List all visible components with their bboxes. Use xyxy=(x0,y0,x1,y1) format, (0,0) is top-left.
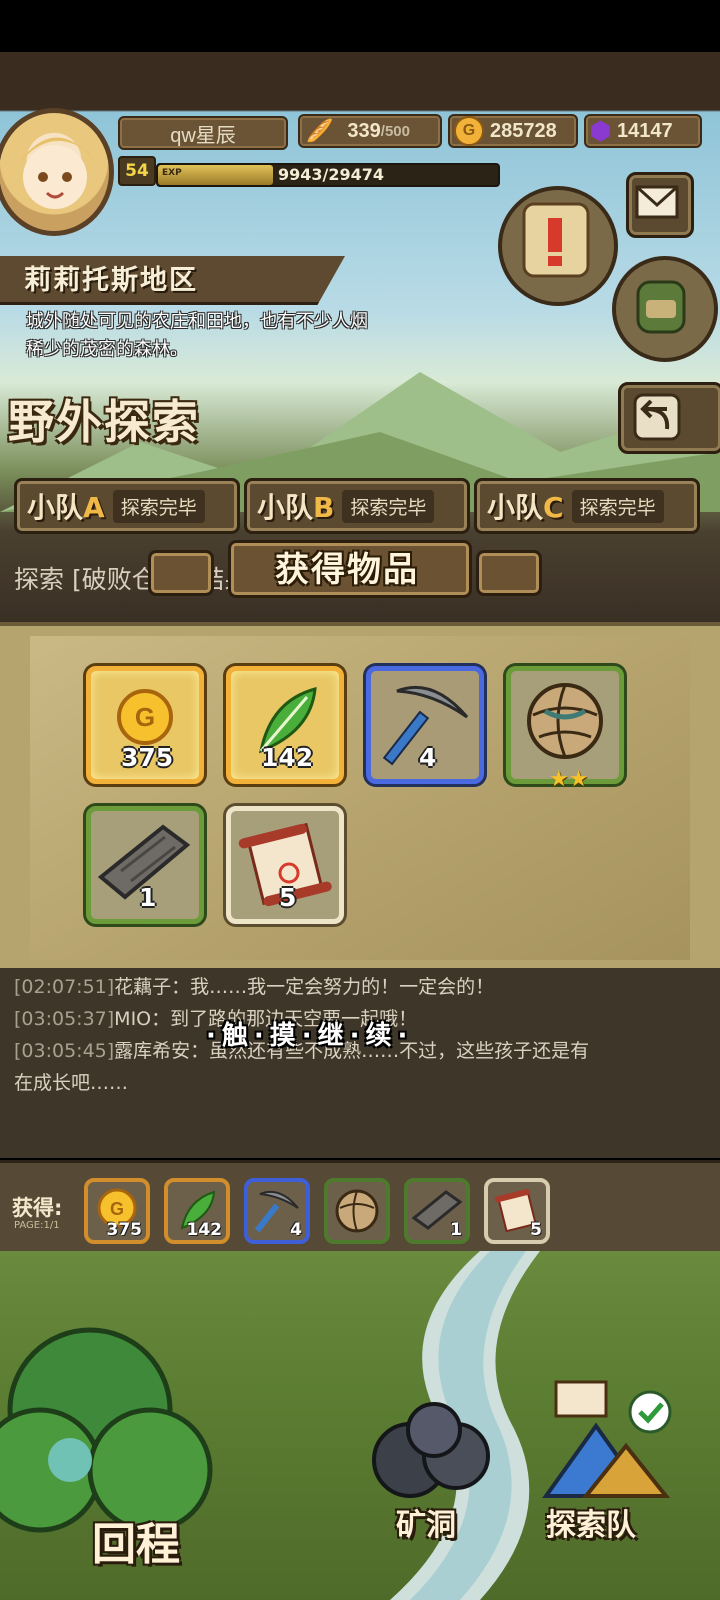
svg-text:G: G xyxy=(110,1199,124,1219)
log-time: [03:05:37] xyxy=(14,1008,115,1030)
reward-quantity: 5 xyxy=(279,883,297,912)
obtained-quantity: 4 xyxy=(290,1220,302,1240)
mine-button[interactable]: 矿洞 xyxy=(396,1500,456,1544)
log-line: 在成长吧…… xyxy=(14,1068,128,1095)
back-button[interactable] xyxy=(618,382,720,454)
obtained-item-wicker-ball[interactable] xyxy=(324,1178,390,1244)
return-button[interactable]: 回程 xyxy=(92,1508,180,1572)
reward-quantity: 1 xyxy=(139,883,157,912)
backpack-icon xyxy=(636,280,686,334)
gem-value: 14147 xyxy=(616,119,673,142)
obtained-item-wood-plank[interactable]: 1 xyxy=(404,1178,470,1244)
player-avatar[interactable] xyxy=(0,108,114,236)
log-text: 花藕子：我……我一定会努力的！一定会的！ xyxy=(114,976,495,998)
team-a-tab[interactable]: 小队A 探索完毕 xyxy=(14,478,240,534)
exp-label: EXP xyxy=(162,168,182,178)
reward-slot-gold[interactable]: G 375 xyxy=(86,666,204,784)
mine-rocks-icon xyxy=(372,1402,490,1498)
reward-quantity: 142 xyxy=(261,743,314,772)
log-time: [03:05:45] xyxy=(14,1040,115,1062)
team-c-tab[interactable]: 小队C 探索完毕 xyxy=(474,478,700,534)
backpack-button[interactable] xyxy=(612,256,718,362)
player-name: qw星辰 xyxy=(170,124,236,147)
reward-slot-pickaxe[interactable]: 4 xyxy=(366,666,484,784)
log-text: 在成长吧…… xyxy=(14,1072,129,1094)
team-c-prefix: 小队 xyxy=(487,491,544,524)
reward-slot-feather[interactable]: 142 xyxy=(226,666,344,784)
reward-slot-treasure-map[interactable]: 5 xyxy=(226,806,344,924)
envelope-icon xyxy=(635,185,679,219)
reward-quantity: 375 xyxy=(121,743,174,772)
gem-counter[interactable]: ⬢ 14147 xyxy=(584,114,702,148)
reward-stars: ★★ xyxy=(549,767,589,792)
player-level: 54 xyxy=(118,156,156,186)
stamina-counter[interactable]: 🥖 339 /500 xyxy=(298,114,442,148)
purple-gem-icon: ⬢ xyxy=(590,117,611,145)
wicker-ball-icon xyxy=(335,1189,379,1233)
team-a-prefix: 小队 xyxy=(27,491,84,524)
tap-to-continue-hint[interactable]: ·触·摸·继·续· xyxy=(206,1015,413,1052)
gold-coin-icon: G xyxy=(454,116,484,146)
obtained-quantity: 375 xyxy=(106,1220,143,1240)
obtained-item-treasure-map[interactable]: 5 xyxy=(484,1178,550,1244)
mail-button[interactable] xyxy=(626,172,694,238)
team-b-prefix: 小队 xyxy=(257,491,314,524)
reward-quantity: 4 xyxy=(419,743,437,772)
reward-panel-inner: G 375 142 4 ★★ 1 5 xyxy=(30,636,690,960)
team-a-letter: A xyxy=(83,491,105,524)
obtained-quantity: 142 xyxy=(186,1220,223,1240)
reward-slot-wicker-ball[interactable]: ★★ xyxy=(506,666,624,792)
obtain-title: 获得物品 xyxy=(275,549,419,590)
explore-result-line: 探索 [破败仓库] 结果: xyxy=(14,565,258,594)
obtained-item-feather[interactable]: 142 xyxy=(164,1178,230,1244)
quest-scroll-icon xyxy=(522,202,590,278)
obtained-quantity: 5 xyxy=(530,1220,542,1240)
team-a-status: 探索完毕 xyxy=(112,489,205,523)
obtained-quantity: 1 xyxy=(450,1220,462,1240)
quest-scroll-button[interactable] xyxy=(498,186,618,306)
stamina-value: 339 xyxy=(347,119,381,142)
log-time: [02:07:51] xyxy=(14,976,115,998)
team-b-tab[interactable]: 小队B 探索完毕 xyxy=(244,478,470,534)
team-c-letter: C xyxy=(543,491,564,524)
reward-panel[interactable]: G 375 142 4 ★★ 1 5 xyxy=(0,622,720,976)
obtained-label: 获得: xyxy=(12,1196,63,1220)
player-name-plate: qw星辰 xyxy=(118,116,288,150)
team-b-name: 小队B xyxy=(257,486,334,526)
team-b-status: 探索完毕 xyxy=(342,489,435,523)
return-arrow-icon xyxy=(633,393,681,441)
exp-bar: EXP 9943/29474 xyxy=(156,163,500,187)
obtained-item-gold[interactable]: G 375 xyxy=(84,1178,150,1244)
region-description: 城外随处可见的农庄和田地，也有不少人烟稀少的茂密的森林。 xyxy=(26,311,368,360)
banner-left-cap xyxy=(148,550,214,596)
region-name: 莉莉托斯地区 xyxy=(24,265,198,296)
page-title: 野外探索 xyxy=(8,395,200,449)
avatar-face-icon xyxy=(19,137,95,209)
bread-icon: 🥖 xyxy=(306,118,334,143)
gold-counter[interactable]: G 285728 xyxy=(448,114,578,148)
log-line: [02:07:51]花藕子：我……我一定会努力的！一定会的！ xyxy=(14,972,494,999)
team-a-name: 小队A xyxy=(27,486,105,526)
reward-slot-wood-plank[interactable]: 1 xyxy=(86,806,204,924)
team-c-status: 探索完毕 xyxy=(571,489,664,523)
team-b-letter: B xyxy=(313,491,335,524)
wicker-ball-icon xyxy=(527,683,603,759)
gold-value: 285728 xyxy=(490,119,557,142)
team-c-name: 小队C xyxy=(487,486,564,526)
svg-text:G: G xyxy=(135,702,155,732)
obtained-page-indicator: PAGE:1/1 xyxy=(14,1220,60,1231)
exp-text: 9943/29474 xyxy=(278,165,385,184)
explore-team-button[interactable]: 探索队 xyxy=(546,1500,636,1544)
stamina-max: /500 xyxy=(380,122,410,140)
obtained-item-pickaxe[interactable]: 4 xyxy=(244,1178,310,1244)
banner-right-cap xyxy=(476,550,542,596)
